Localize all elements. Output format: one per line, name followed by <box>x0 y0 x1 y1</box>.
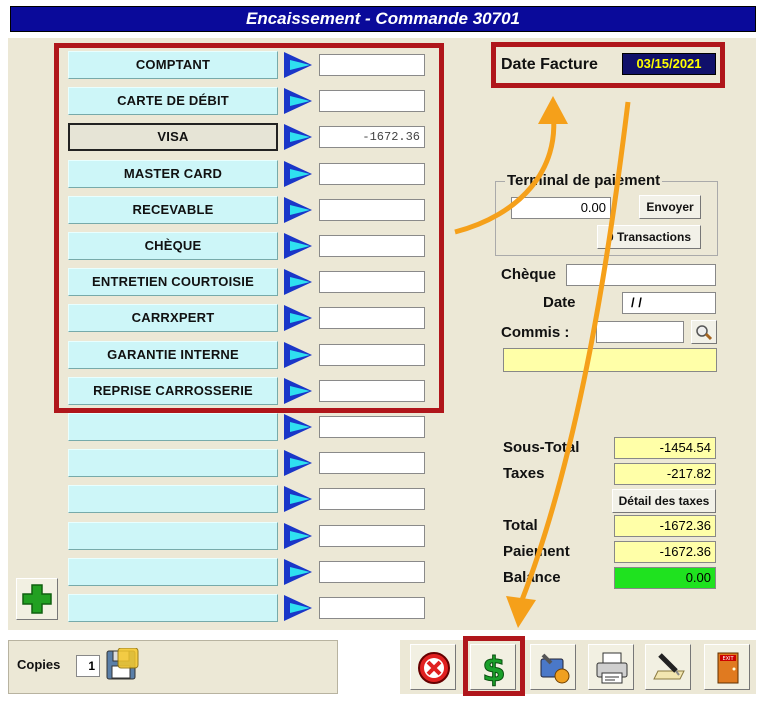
magnifier-icon <box>696 325 713 341</box>
commis-field[interactable] <box>596 321 684 343</box>
dollar-button-highlight <box>463 636 525 696</box>
payment-method-button[interactable] <box>68 449 278 477</box>
signature-icon <box>653 653 685 680</box>
triangle-arrow-icon[interactable] <box>282 448 314 478</box>
add-plus-icon <box>22 584 52 614</box>
title-bar: Encaissement - Commande 30701 <box>10 6 756 32</box>
sous-total-label: Sous-Total <box>503 439 580 456</box>
payment-amount-field[interactable] <box>319 597 425 619</box>
payment-amount-field[interactable] <box>319 452 425 474</box>
add-payment-button[interactable] <box>16 578 58 620</box>
sous-total-field: -1454.54 <box>614 437 716 459</box>
payment-method-button[interactable] <box>68 558 278 586</box>
triangle-arrow-icon[interactable] <box>282 557 314 587</box>
payment-method-button[interactable] <box>68 413 278 441</box>
payment-amount-field[interactable] <box>319 561 425 583</box>
payment-method-button[interactable] <box>68 485 278 513</box>
copies-label: Copies <box>17 657 61 672</box>
transactions-button[interactable]: 0 Transactions <box>597 225 701 249</box>
envoyer-button[interactable]: Envoyer <box>639 195 701 219</box>
payment-methods-highlight <box>54 43 444 413</box>
triangle-arrow-icon[interactable] <box>282 593 314 623</box>
taxes-label: Taxes <box>503 465 545 482</box>
terminal-legend: Terminal de paiement <box>505 172 663 189</box>
cancel-icon <box>418 652 450 684</box>
date-field[interactable]: / / <box>622 292 716 314</box>
payment-amount-field[interactable] <box>319 416 425 438</box>
payment-amount-field[interactable] <box>319 488 425 510</box>
commis-name-field <box>503 348 717 372</box>
detail-taxes-button[interactable]: Détail des taxes <box>612 489 716 513</box>
balance-field: 0.00 <box>614 567 716 589</box>
balance-label: Balance <box>503 569 561 586</box>
triangle-arrow-icon[interactable] <box>282 412 314 442</box>
date-label: Date <box>543 294 576 311</box>
tools-button[interactable] <box>530 644 576 690</box>
cheque-field[interactable] <box>566 264 716 286</box>
exit-button[interactable]: EXIT <box>704 644 750 690</box>
tools-icon <box>540 653 570 684</box>
payment-amount-field[interactable] <box>319 525 425 547</box>
triangle-arrow-icon[interactable] <box>282 484 314 514</box>
total-label: Total <box>503 517 538 534</box>
triangle-arrow-icon[interactable] <box>282 521 314 551</box>
date-facture-highlight <box>491 42 725 88</box>
paiement-field: -1672.36 <box>614 541 716 563</box>
commis-search-button[interactable] <box>691 320 717 344</box>
window-title: Encaissement - Commande 30701 <box>245 9 520 28</box>
svg-text:EXIT: EXIT <box>722 656 734 662</box>
print-button[interactable] <box>588 644 634 690</box>
floppy-save-icon <box>106 647 139 680</box>
printer-icon <box>596 652 628 684</box>
cheque-label: Chèque <box>501 266 557 283</box>
total-field: -1672.36 <box>614 515 716 537</box>
taxes-field: -217.82 <box>614 463 716 485</box>
exit-door-icon: EXIT <box>717 652 739 684</box>
payment-method-button[interactable] <box>68 594 278 622</box>
payment-method-button[interactable] <box>68 522 278 550</box>
save-button[interactable] <box>104 647 140 682</box>
copies-field[interactable]: 1 <box>76 655 100 677</box>
cancel-button[interactable] <box>410 644 456 690</box>
commis-label: Commis : <box>501 324 570 341</box>
sign-button[interactable] <box>645 644 691 690</box>
paiement-label: Paiement <box>503 543 570 560</box>
terminal-amount-field[interactable]: 0.00 <box>511 197 611 219</box>
